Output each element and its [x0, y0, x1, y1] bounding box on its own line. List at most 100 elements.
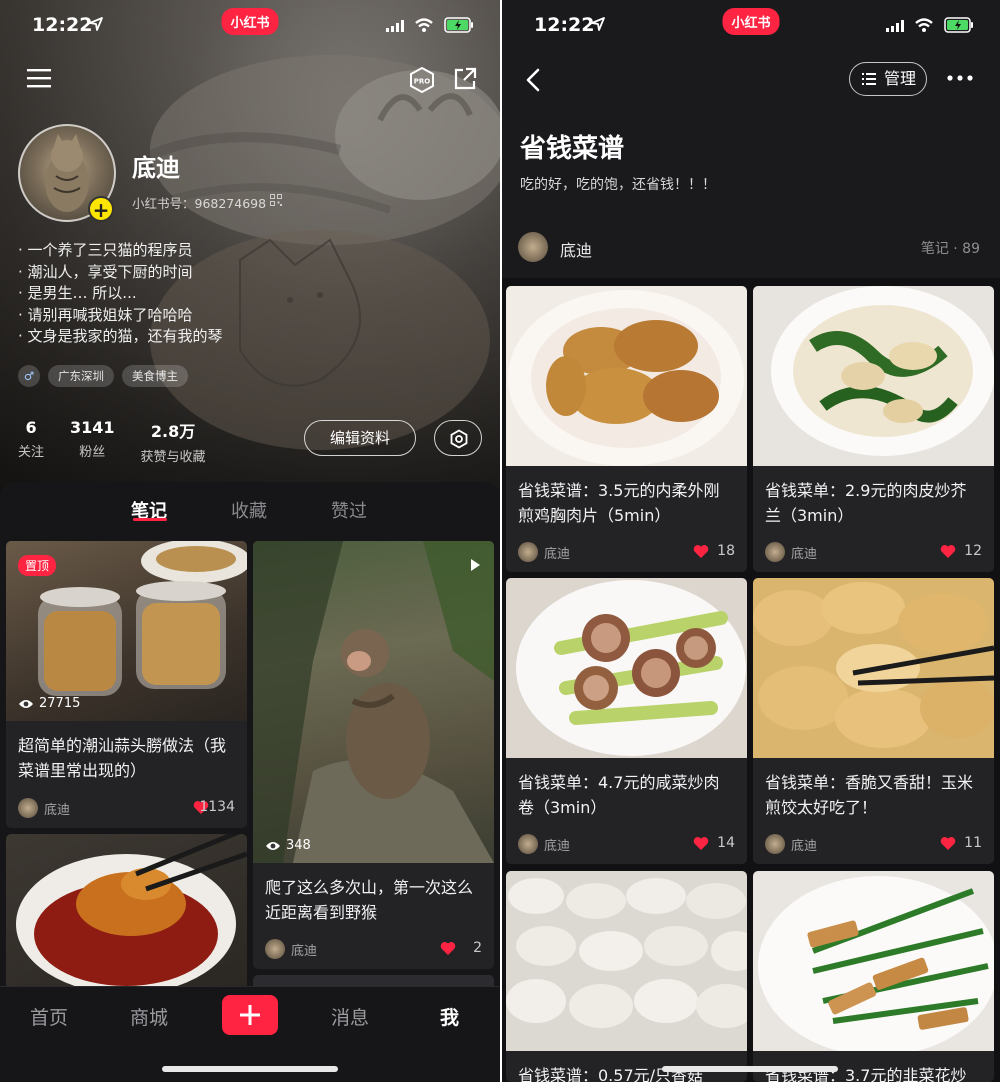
signal-icon	[886, 20, 904, 32]
heart-icon[interactable]	[693, 544, 709, 559]
like-count: 11	[964, 835, 982, 851]
note-meta: 底迪 12	[765, 542, 982, 562]
bio-line: · 是男生… 所以...	[18, 284, 137, 302]
settings-button[interactable]	[434, 420, 482, 456]
owner-avatar[interactable]	[518, 232, 548, 262]
author-avatar	[518, 834, 538, 854]
gender-icon: ♂	[18, 365, 40, 387]
author-name: 底迪	[791, 839, 818, 854]
list-icon	[862, 73, 876, 85]
nav-me[interactable]: 我	[440, 1003, 459, 1030]
like-count: 12	[964, 543, 982, 559]
app-badge: 小红书	[722, 8, 780, 35]
stat-followers[interactable]: 3141 粉丝	[70, 418, 115, 465]
more-icon[interactable]	[946, 74, 974, 82]
tab-liked[interactable]: 赞过	[331, 497, 367, 523]
home-indicator	[162, 1066, 338, 1072]
bio-line: · 文身是我家的猫，还有我的琴	[18, 327, 223, 345]
owner-name[interactable]: 底迪	[560, 237, 592, 261]
note-image-chive-flowers	[753, 871, 994, 1051]
stat-number: 2.8万	[150, 422, 196, 441]
author-name: 底迪	[544, 547, 571, 562]
author-avatar	[765, 834, 785, 854]
location-arrow-icon	[89, 17, 103, 31]
add-avatar-button[interactable]: +	[88, 196, 114, 222]
note-meta: 底迪 11	[765, 834, 982, 854]
note-title: 省钱菜单：4.7元的咸菜炒肉卷（3min）	[518, 773, 720, 817]
wifi-icon	[915, 18, 933, 32]
collection-description: 吃的好，吃的饱，还省钱！！！	[520, 177, 716, 193]
bio-line: · 一个养了三只猫的程序员	[18, 241, 193, 259]
status-time: 12:22	[534, 14, 595, 36]
stat-number: 6	[25, 418, 37, 437]
note-title: 省钱菜单：香脆又香甜！玉米煎饺太好吃了！	[765, 773, 974, 817]
profile-id: 小红书号：968274698	[132, 196, 267, 211]
note-card[interactable]: 省钱菜谱：0.57元/只香菇	[506, 871, 747, 1082]
edit-profile-button[interactable]: 编辑资料	[304, 420, 416, 456]
note-image-corn-dumplings	[753, 578, 994, 758]
pro-icon[interactable]: PRO	[408, 66, 436, 94]
status-bar: 12:22 小红书	[0, 0, 500, 52]
status-bar: 12:22 小红书	[502, 0, 1000, 52]
note-card[interactable]: 省钱菜谱：3.5元的内柔外刚煎鸡胸肉片（5min） 底迪 18	[506, 286, 747, 572]
manage-button[interactable]: 管理	[849, 62, 927, 96]
stat-label: 获赞与收藏	[140, 450, 206, 465]
profile-bio: · 一个养了三只猫的程序员 · 潮汕人，享受下厨的时间 · 是男生… 所以...…	[18, 240, 223, 348]
profile-tags: ♂ 广东深圳 美食博主	[18, 365, 188, 387]
note-card[interactable]: 省钱菜单：2.9元的肉皮炒芥兰（3min） 底迪 12	[753, 286, 994, 572]
tag-location: 广东深圳	[48, 365, 114, 387]
nav-mall[interactable]: 商城	[130, 1003, 168, 1030]
battery-icon	[444, 17, 473, 33]
note-meta: 底迪 14	[518, 834, 735, 854]
note-meta: 底迪 18	[518, 542, 735, 562]
like-count: 14	[717, 835, 735, 851]
signal-icon	[386, 20, 404, 32]
svg-text:PRO: PRO	[414, 78, 431, 86]
stat-label: 关注	[18, 445, 45, 460]
author-avatar	[518, 542, 538, 562]
author-avatar	[765, 542, 785, 562]
menu-icon[interactable]	[26, 66, 54, 90]
author-name: 底迪	[791, 547, 818, 562]
battery-icon	[944, 17, 973, 33]
heart-icon[interactable]	[940, 544, 956, 559]
bio-line: · 请别再喊我姐妹了哈哈哈	[18, 305, 193, 324]
nav-messages[interactable]: 消息	[331, 1003, 369, 1030]
stat-label: 粉丝	[79, 445, 106, 460]
collection-title: 省钱菜谱	[520, 134, 625, 164]
note-image-pickled-veg-pork	[506, 578, 747, 758]
home-indicator	[662, 1066, 838, 1072]
profile-stats: 6 关注 3141 粉丝 2.8万 获赞与收藏	[18, 418, 206, 465]
note-title: 省钱菜单：2.9元的肉皮炒芥兰（3min）	[765, 481, 967, 525]
back-icon[interactable]	[524, 68, 542, 92]
plus-icon[interactable]	[222, 995, 278, 1035]
note-card[interactable]: 省钱菜谱：3.7元的韭菜花炒	[753, 871, 994, 1082]
profile-name: 底迪	[132, 154, 180, 182]
qr-code-icon[interactable]	[270, 194, 282, 206]
bio-line: · 潮汕人，享受下厨的时间	[18, 262, 193, 281]
note-image-dumplings	[506, 871, 747, 1051]
settings-icon	[450, 429, 468, 449]
tag-category: 美食博主	[122, 365, 188, 387]
stat-likes[interactable]: 2.8万 获赞与收藏	[141, 418, 206, 465]
active-tab-indicator	[133, 518, 167, 521]
note-card[interactable]: 省钱菜单：4.7元的咸菜炒肉卷（3min） 底迪 14	[506, 578, 747, 864]
nav-home[interactable]: 首页	[30, 1003, 68, 1030]
status-time: 12:22	[32, 14, 93, 36]
stat-following[interactable]: 6 关注	[18, 418, 44, 465]
collection-screen: 12:22 小红书 管理 省钱菜谱 吃的好，吃的饱，还省钱！！！ 底迪 笔记 ·…	[502, 0, 1000, 1082]
profile-tabs: 笔记 收藏 赞过	[0, 482, 500, 538]
app-badge: 小红书	[221, 8, 279, 35]
note-count: 笔记 · 89	[920, 241, 980, 257]
author-name: 底迪	[544, 839, 571, 854]
note-image-pork-skin	[753, 286, 994, 466]
tab-collections[interactable]: 收藏	[231, 497, 267, 523]
collection-feed: 省钱菜谱：3.5元的内柔外刚煎鸡胸肉片（5min） 底迪 18 省钱菜单：2.9…	[502, 284, 1000, 1082]
note-image-chicken-breast	[506, 286, 747, 466]
note-title: 省钱菜谱：3.5元的内柔外刚煎鸡胸肉片（5min）	[518, 481, 720, 525]
share-icon[interactable]	[452, 66, 478, 92]
heart-icon[interactable]	[940, 836, 956, 851]
location-arrow-icon	[591, 17, 605, 31]
note-card[interactable]: 省钱菜单：香脆又香甜！玉米煎饺太好吃了！ 底迪 11	[753, 578, 994, 864]
heart-icon[interactable]	[693, 836, 709, 851]
